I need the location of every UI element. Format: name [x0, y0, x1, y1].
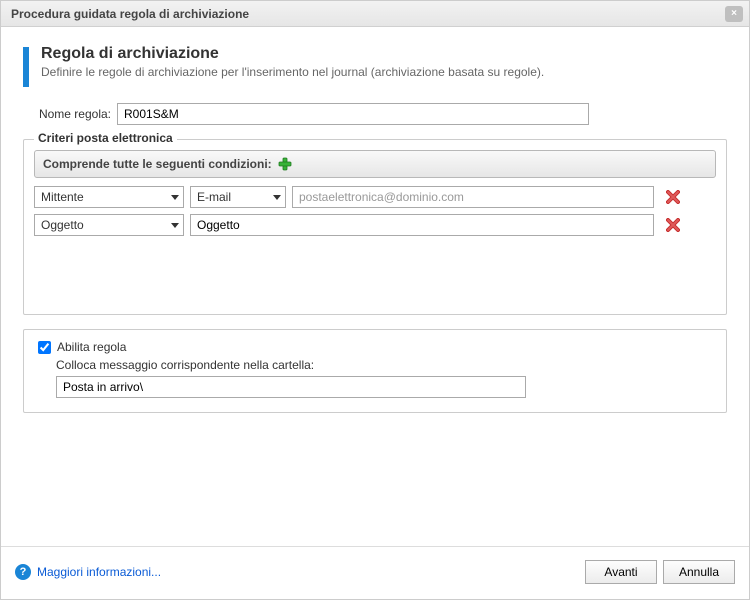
- criteria-legend: Criteri posta elettronica: [34, 131, 177, 145]
- condition-value-input[interactable]: [190, 214, 654, 236]
- conditions-match-label: Comprende tutte le seguenti condizioni:: [43, 157, 272, 171]
- condition-field-select[interactable]: Oggetto: [34, 214, 184, 236]
- enable-rule-label: Abilita regola: [57, 340, 126, 354]
- page-header: Regola di archiviazione Definire le rego…: [23, 45, 727, 87]
- help-link[interactable]: ? Maggiori informazioni...: [15, 564, 161, 580]
- criteria-fieldset: Criteri posta elettronica Comprende tutt…: [23, 139, 727, 315]
- cancel-button[interactable]: Annulla: [663, 560, 735, 584]
- condition-field-select[interactable]: Mittente: [34, 186, 184, 208]
- window-title: Procedura guidata regola di archiviazion…: [11, 7, 249, 21]
- header-text: Regola di archiviazione Definire le rego…: [41, 45, 544, 87]
- rule-name-label: Nome regola:: [23, 107, 111, 121]
- condition-field-value: Mittente: [41, 190, 84, 204]
- folder-label: Colloca messaggio corrispondente nella c…: [56, 358, 712, 372]
- content-area: Regola di archiviazione Definire le rego…: [1, 27, 749, 546]
- chevron-down-icon: [171, 223, 179, 228]
- enable-fieldset: Abilita regola Colloca messaggio corrisp…: [23, 329, 727, 413]
- folder-input[interactable]: [56, 376, 526, 398]
- enable-rule-row: Abilita regola: [38, 340, 712, 354]
- footer: ? Maggiori informazioni... Avanti Annull…: [1, 555, 749, 599]
- condition-attribute-select[interactable]: E-mail: [190, 186, 286, 208]
- condition-value-input[interactable]: [292, 186, 654, 208]
- condition-row: Oggetto: [34, 214, 716, 236]
- next-button[interactable]: Avanti: [585, 560, 657, 584]
- close-icon[interactable]: ×: [725, 6, 743, 22]
- page-subtitle: Definire le regole di archiviazione per …: [41, 65, 544, 79]
- condition-row: Mittente E-mail: [34, 186, 716, 208]
- delete-condition-icon[interactable]: [664, 188, 682, 206]
- rule-name-input[interactable]: [117, 103, 589, 125]
- delete-condition-icon[interactable]: [664, 216, 682, 234]
- add-condition-icon[interactable]: [278, 157, 292, 171]
- rule-name-row: Nome regola:: [23, 103, 727, 125]
- title-bar: Procedura guidata regola di archiviazion…: [1, 1, 749, 27]
- condition-field-value: Oggetto: [41, 218, 84, 232]
- condition-attribute-value: E-mail: [197, 190, 231, 204]
- chevron-down-icon: [273, 195, 281, 200]
- wizard-window: Procedura guidata regola di archiviazion…: [0, 0, 750, 600]
- chevron-down-icon: [171, 195, 179, 200]
- help-link-label: Maggiori informazioni...: [37, 565, 161, 579]
- enable-rule-checkbox[interactable]: [38, 341, 51, 354]
- help-icon: ?: [15, 564, 31, 580]
- conditions-header: Comprende tutte le seguenti condizioni:: [34, 150, 716, 178]
- footer-separator: [1, 546, 749, 547]
- page-title: Regola di archiviazione: [41, 45, 544, 63]
- header-accent-bar: [23, 47, 29, 87]
